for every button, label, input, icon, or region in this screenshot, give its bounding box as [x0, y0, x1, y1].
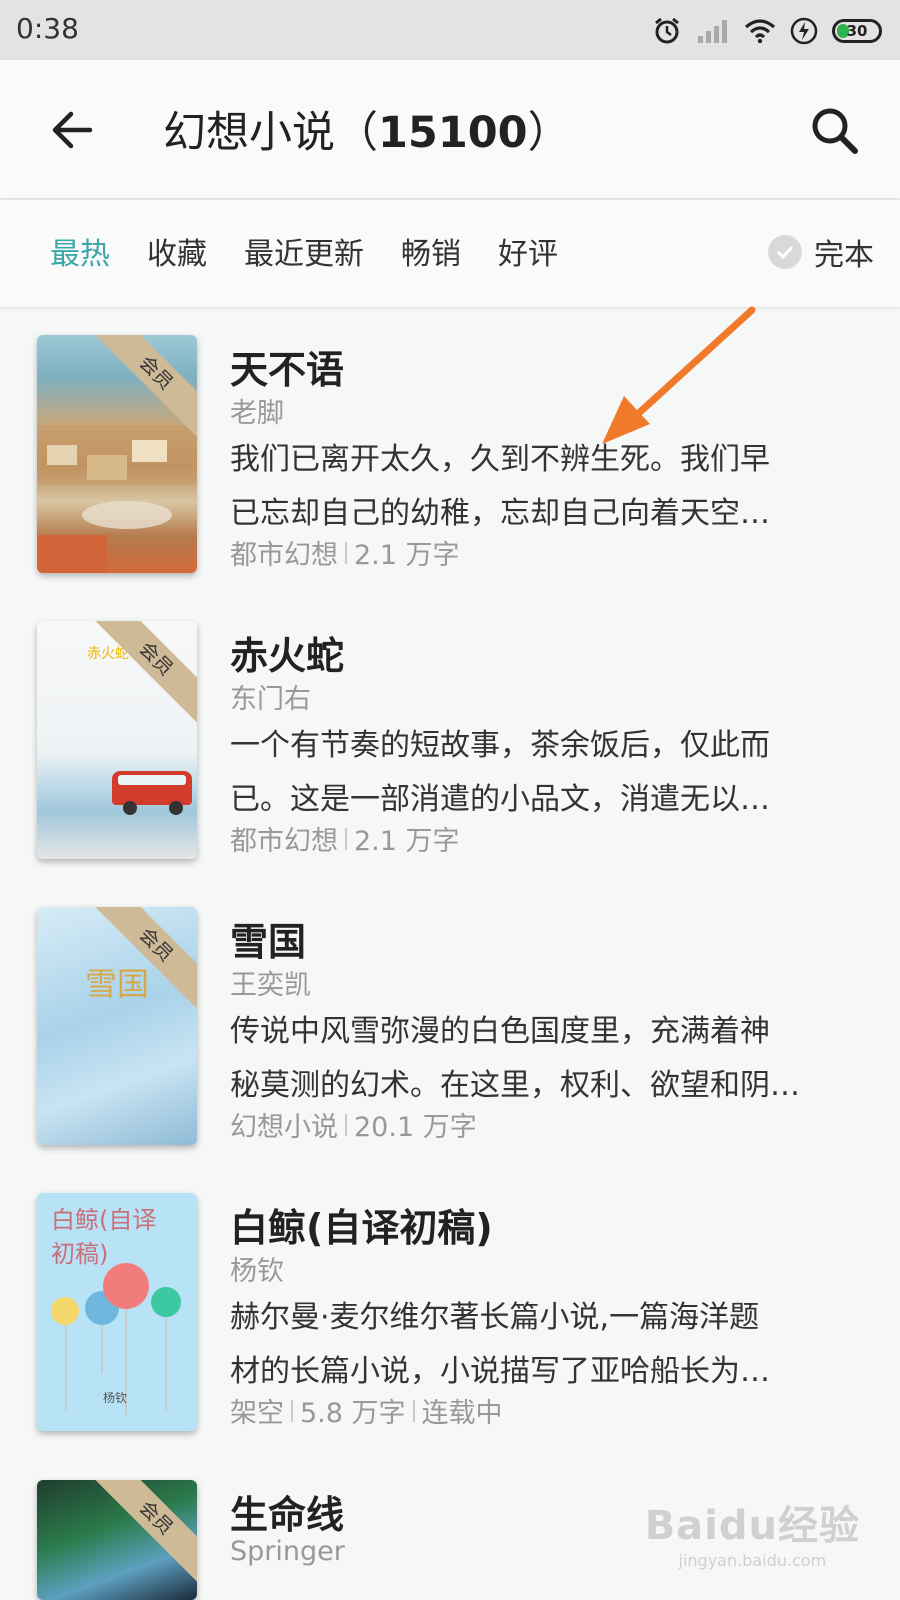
meta-separator	[345, 541, 347, 564]
book-cover[interactable]: 会员	[37, 335, 197, 573]
title-paren-open: （	[335, 108, 378, 158]
book-meta: 幻想小说 20.1 万字	[230, 1105, 477, 1144]
meta-separator	[345, 827, 347, 850]
status-bar: 0:38 30	[0, 0, 900, 60]
book-category: 架空	[230, 1398, 284, 1429]
filter-bar: 最热 收藏 最近更新 畅销 好评 完本	[0, 200, 900, 307]
balloon	[151, 1287, 181, 1317]
cover-bus-illustration	[112, 771, 192, 805]
alarm-icon	[655, 17, 679, 44]
filter-tab-favorites[interactable]: 收藏	[147, 229, 207, 273]
complete-filter-toggle[interactable]: 完本	[768, 230, 874, 274]
book-author: Springer	[230, 1536, 345, 1567]
back-arrow-icon	[52, 111, 93, 149]
watermark: Baidu经验 jingyan.baidu.com	[645, 1493, 860, 1570]
book-title: 雪国	[230, 920, 307, 964]
book-author: 杨钦	[230, 1256, 284, 1287]
cover-title-text: 雪国	[85, 965, 150, 1003]
title-paren-close: ）	[527, 108, 571, 158]
book-meta: 架空 5.8 万字 连载中	[230, 1391, 503, 1430]
battery-indicator: 30	[832, 19, 882, 43]
member-badge: 会员	[91, 621, 197, 724]
filter-tabs: 最热 收藏 最近更新 畅销 好评	[50, 229, 558, 273]
book-category: 幻想小说	[230, 1112, 338, 1143]
signal-icon	[698, 20, 727, 43]
member-badge: 会员	[91, 1480, 197, 1583]
book-title: 赤火蛇	[230, 634, 345, 678]
app-header: 幻想小说（15100）	[0, 60, 900, 198]
book-meta: 都市幻想 2.1 万字	[230, 533, 460, 572]
title-count: 15100	[378, 108, 528, 158]
meta-separator	[412, 1399, 415, 1422]
meta-separator	[345, 1113, 347, 1136]
book-meta: 都市幻想 2.1 万字	[230, 819, 460, 858]
filter-tab-bestselling[interactable]: 畅销	[401, 229, 461, 273]
charging-icon	[790, 17, 818, 45]
filter-tab-top-rated[interactable]: 好评	[498, 229, 558, 273]
filter-tab-hottest[interactable]: 最热	[50, 229, 110, 273]
book-cover[interactable]: 白鲸(自译 初稿) 杨钦	[37, 1193, 197, 1431]
book-description: 我们已离开太久，久到不辨生死。我们早 已忘却自己的幼稚，忘却自己向着天空…	[230, 442, 770, 531]
balloon-string	[65, 1311, 67, 1411]
title-name: 幻想小说	[163, 108, 335, 158]
status-icons: 30	[652, 14, 882, 48]
book-description: 一个有节奏的短故事，茶余饭后，仅此而 已。这是一部消遣的小品文，消遣无以…	[230, 728, 770, 817]
balloon	[51, 1297, 79, 1325]
book-category: 都市幻想	[230, 540, 338, 571]
book-cover[interactable]: 赤火蛇 会员	[37, 621, 197, 859]
book-title: 生命线	[230, 1493, 345, 1537]
status-time: 0:38	[16, 12, 79, 45]
wifi-icon	[744, 19, 776, 44]
book-item[interactable]: 赤火蛇 会员 赤火蛇 东门右 一个有节奏的短故事，茶余饭后，仅此而 已。这是一部…	[0, 621, 900, 866]
book-cover[interactable]: 雪国 会员	[37, 907, 197, 1145]
book-author: 王奕凯	[230, 970, 311, 1001]
book-category: 都市幻想	[230, 826, 338, 857]
book-author: 老脚	[230, 398, 284, 429]
book-item[interactable]: 会员 天不语 老脚 我们已离开太久，久到不辨生死。我们早 已忘却自己的幼稚，忘却…	[0, 335, 900, 580]
search-icon	[812, 108, 858, 154]
cover-title-text: 白鲸(自译 初稿)	[51, 1206, 157, 1268]
back-button[interactable]	[42, 100, 102, 160]
book-word-count: 5.8 万字	[300, 1398, 406, 1429]
book-word-count: 20.1 万字	[354, 1112, 477, 1143]
complete-label: 完本	[814, 238, 874, 273]
book-status: 连载中	[421, 1398, 503, 1429]
filter-tab-recently-updated[interactable]: 最近更新	[244, 229, 364, 273]
meta-separator	[291, 1399, 293, 1422]
book-description: 赫尔曼·麦尔维尔著长篇小说,一篇海洋题 材的长篇小说，小说描写了亚哈船长为…	[230, 1300, 770, 1389]
book-word-count: 2.1 万字	[354, 826, 460, 857]
book-item[interactable]: 白鲸(自译 初稿) 杨钦 白鲸(自译初稿) 杨钦 赫尔曼·麦尔维尔著长篇小说,一…	[0, 1193, 900, 1438]
book-word-count: 2.1 万字	[354, 540, 460, 571]
book-cover[interactable]: 会员	[37, 1480, 197, 1600]
book-title: 白鲸(自译初稿)	[230, 1206, 493, 1250]
balloon	[103, 1263, 149, 1309]
cover-bus-wheel	[169, 801, 183, 815]
balloon-string	[165, 1311, 167, 1411]
watermark-sub: jingyan.baidu.com	[678, 1551, 827, 1570]
book-description: 传说中风雪弥漫的白色国度里，充满着神 秘莫测的幻术。在这里，权利、欲望和阴…	[230, 1014, 800, 1103]
book-title: 天不语	[230, 348, 345, 392]
book-author: 东门右	[230, 684, 311, 715]
watermark-main: Baidu经验	[644, 1503, 860, 1549]
page-title: 幻想小说（15100）	[163, 98, 571, 160]
check-icon	[768, 235, 802, 269]
cover-bus-wheel	[123, 801, 137, 815]
cover-author-text: 杨钦	[103, 1391, 128, 1405]
search-button[interactable]	[802, 98, 866, 162]
book-item[interactable]: 雪国 会员 雪国 王奕凯 传说中风雪弥漫的白色国度里，充满着神 秘莫测的幻术。在…	[0, 907, 900, 1152]
